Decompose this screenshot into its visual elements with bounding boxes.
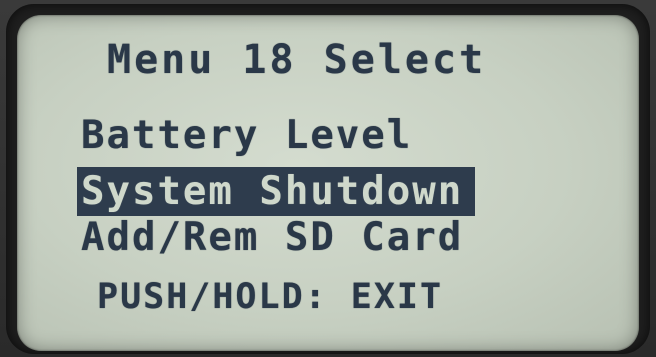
exit-hint: PUSH/HOLD: EXIT bbox=[97, 277, 444, 317]
device-frame: Menu 18 Select Battery Level System Shut… bbox=[0, 0, 656, 357]
menu-item-system-shutdown-selected[interactable]: System Shutdown bbox=[77, 167, 476, 216]
menu-item-add-rem-sd-card[interactable]: Add/Rem SD Card bbox=[81, 215, 463, 260]
menu-title: Menu 18 Select bbox=[107, 37, 487, 83]
menu-item-battery-level[interactable]: Battery Level bbox=[81, 113, 412, 158]
lcd-screen: Menu 18 Select Battery Level System Shut… bbox=[17, 15, 639, 351]
